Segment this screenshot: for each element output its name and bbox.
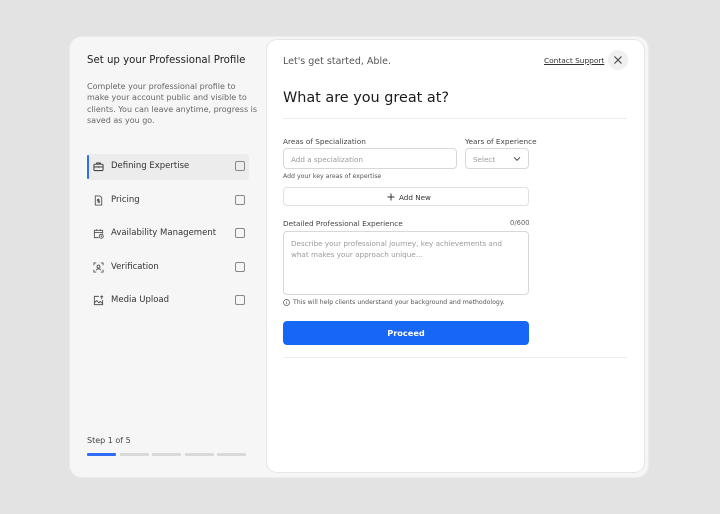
plus-icon (387, 193, 395, 200)
detailed-experience-textarea[interactable]: Describe your professional journey, key … (283, 231, 529, 295)
page-title: What are you great at? (283, 90, 449, 106)
progress-bar (87, 453, 247, 456)
character-counter: 0/600 (510, 219, 530, 227)
add-new-label: Add New (399, 193, 431, 202)
calendar-clock-icon (93, 229, 104, 239)
dollar-doc-icon (94, 194, 103, 206)
step-defining-expertise[interactable]: Defining Expertise (87, 154, 249, 180)
briefcase-icon (93, 162, 104, 172)
proceed-button[interactable]: Proceed (283, 321, 529, 345)
progress-segment (119, 453, 149, 456)
step-checkbox[interactable] (235, 261, 245, 272)
divider (283, 118, 627, 119)
chevron-down-icon (513, 156, 521, 162)
progress-segment (87, 453, 116, 456)
profile-setup-modal: Set up your Professional Profile Complet… (70, 37, 648, 477)
progress-segment (217, 453, 246, 456)
step-label: Media Upload (111, 295, 170, 305)
step-media-upload[interactable]: Media Upload (87, 288, 249, 314)
step-label: Availability Management (111, 228, 217, 238)
experience-years-label: Years of Experience (465, 137, 537, 146)
info-icon (283, 299, 290, 306)
step-checkbox[interactable] (235, 161, 245, 171)
step-verification[interactable]: Verification (87, 255, 249, 281)
detailed-experience-info: This will help clients understand your b… (293, 299, 505, 306)
step-checkbox[interactable] (235, 228, 245, 238)
step-label: Verification (111, 261, 159, 272)
experience-years-select[interactable]: Select (465, 148, 529, 169)
step-list: Defining Expertise Pricing Availability … (87, 154, 249, 322)
face-scan-icon (93, 261, 104, 273)
add-new-button[interactable]: Add New (283, 187, 529, 206)
sidebar-description: Complete your professional profile to ma… (87, 82, 258, 125)
close-icon (614, 56, 622, 64)
detailed-experience-placeholder: Describe your professional journey, key … (291, 239, 502, 259)
step-counter: Step 1 of 5 (87, 436, 131, 445)
step-checkbox[interactable] (235, 194, 245, 205)
divider (283, 357, 627, 358)
greeting: Let's get started, Able. (283, 56, 391, 67)
contact-support-link[interactable]: Contact Support (544, 56, 604, 65)
sidebar: Set up your Professional Profile Complet… (70, 37, 267, 477)
specialization-input[interactable]: Add a specialization (283, 148, 457, 169)
sidebar-title: Set up your Professional Profile (87, 55, 246, 66)
specialization-label: Areas of Specialization (283, 137, 366, 146)
progress-segment (184, 453, 214, 456)
specialization-hint: Add your key areas of expertise (283, 173, 382, 180)
close-button[interactable] (608, 50, 628, 70)
step-availability-management[interactable]: Availability Management (87, 221, 249, 247)
main-panel: Let's get started, Able. Contact Support… (267, 40, 644, 472)
detailed-experience-label: Detailed Professional Experience (283, 219, 403, 228)
step-label: Defining Expertise (111, 161, 190, 171)
image-upload-icon (93, 295, 104, 306)
step-checkbox[interactable] (235, 295, 245, 305)
step-label: Pricing (111, 194, 140, 205)
specialization-placeholder: Add a specialization (291, 155, 363, 164)
step-pricing[interactable]: Pricing (87, 188, 249, 214)
experience-years-value: Select (473, 155, 496, 164)
progress-segment (152, 453, 181, 456)
